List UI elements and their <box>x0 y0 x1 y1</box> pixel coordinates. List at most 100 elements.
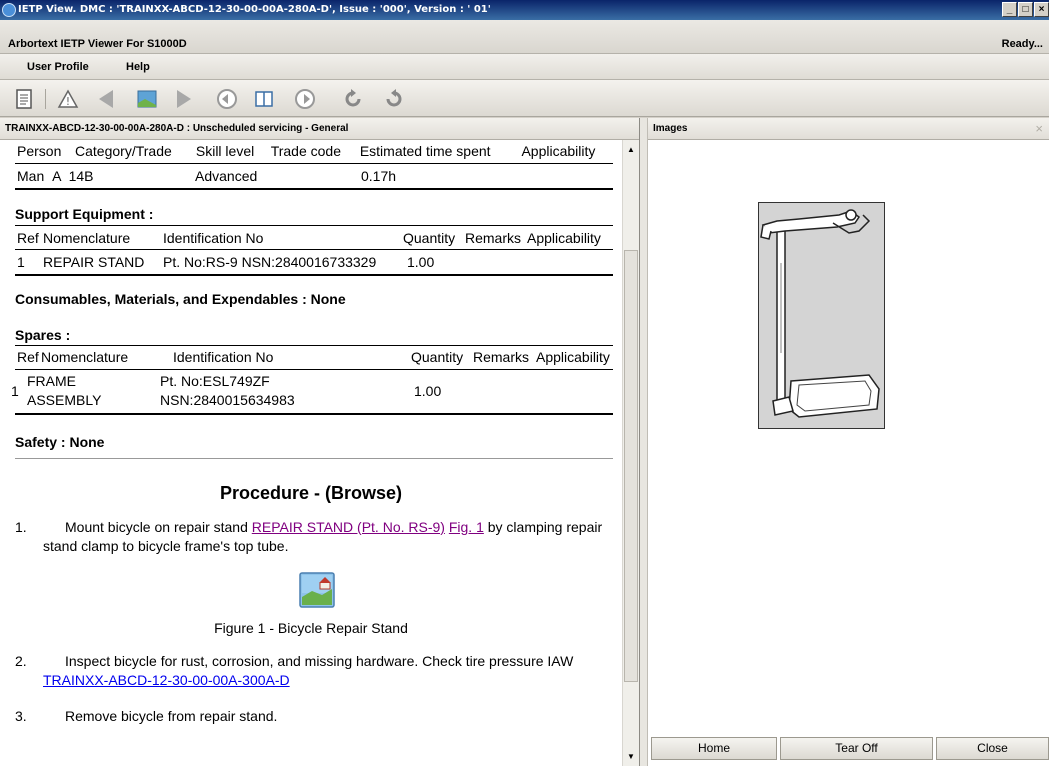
divider <box>15 413 613 415</box>
table-header: Trade code <box>270 143 341 159</box>
table-header: Nomenclature <box>43 230 131 246</box>
table-cell: ASSEMBLY <box>27 392 102 408</box>
document-content: Person Category/Trade Skill level Trade … <box>0 140 622 766</box>
toolbar: ! <box>0 80 1049 117</box>
spares-title: Spares : <box>15 327 71 343</box>
divider <box>15 225 613 226</box>
table-header: Skill level <box>195 143 255 159</box>
spares-row: 1 FRAME ASSEMBLY Pt. No:ESL749ZF NSN:284… <box>11 372 615 412</box>
document-pane: TRAINXX-ABCD-12-30-00-00A-280A-D : Unsch… <box>0 118 640 766</box>
table-header: Remarks <box>473 349 530 365</box>
history-back-icon[interactable] <box>339 85 367 113</box>
table-header: Remarks <box>465 230 522 246</box>
table-cell: 1 <box>11 383 19 399</box>
table-header: Category/Trade <box>75 143 172 159</box>
table-cell: REPAIR STAND <box>43 254 145 270</box>
divider <box>15 188 613 190</box>
table-header: Estimated time spent <box>359 143 491 159</box>
divider <box>15 249 613 250</box>
table-cell: Advanced <box>195 168 258 184</box>
table-cell: 1.00 <box>407 254 435 270</box>
consumables-title: Consumables, Materials, and Expendables … <box>15 291 346 307</box>
repair-stand-image <box>758 202 885 429</box>
next-page-icon[interactable] <box>170 85 198 113</box>
procedure-title: Procedure - (Browse) <box>219 483 403 503</box>
table-header: Person <box>17 143 62 159</box>
safety-title: Safety : None <box>15 434 105 450</box>
svg-text:!: ! <box>66 95 70 108</box>
divider <box>15 163 613 164</box>
image-icon[interactable] <box>133 85 161 113</box>
app-bar: Arbortext IETP Viewer For S1000D Ready..… <box>0 20 1049 54</box>
table-cell: Pt. No:RS-9 NSN:2840016733329 <box>163 254 377 270</box>
forward-circle-icon[interactable] <box>291 85 319 113</box>
scroll-up-arrow[interactable]: ▲ <box>623 142 639 157</box>
menu-bar: User Profile Help <box>0 54 1049 80</box>
minimize-button[interactable]: _ <box>1002 2 1017 17</box>
table-header: Applicability <box>536 349 610 365</box>
table-header: Applicability <box>521 143 596 159</box>
image-icon <box>299 572 335 608</box>
support-equipment-header: Ref Nomenclature Identification No Quant… <box>17 229 615 247</box>
support-equipment-title: Support Equipment : <box>15 206 154 222</box>
table-cell: FRAME <box>27 373 76 389</box>
window-title: IETP View. DMC : 'TRAINXX-ABCD-12-30-00-… <box>18 4 491 15</box>
procedure-step-2: 2. Inspect bicycle for rust, corrosion, … <box>15 652 615 690</box>
repair-stand-link[interactable]: REPAIR STAND (Pt. No. RS-9) <box>252 519 445 535</box>
table-header: Identification No <box>173 349 274 365</box>
close-window-button[interactable]: × <box>1034 2 1049 17</box>
step-number: 2. <box>15 653 27 669</box>
figure-1-link[interactable]: Fig. 1 <box>449 519 484 535</box>
personnel-row: Man A 14B Advanced 0.17h <box>17 166 396 186</box>
table-cell: 0.17h <box>361 168 397 184</box>
back-circle-icon[interactable] <box>213 85 241 113</box>
divider <box>15 369 613 370</box>
step-number: 3. <box>15 708 27 724</box>
table-cell: Man <box>17 168 45 184</box>
document-header: TRAINXX-ABCD-12-30-00-00A-280A-D : Unsch… <box>0 118 639 140</box>
table-header: Ref <box>17 230 39 246</box>
figure-thumbnail[interactable] <box>298 571 336 609</box>
document-icon[interactable] <box>10 85 38 113</box>
table-cell: 1.00 <box>414 383 442 399</box>
book-icon[interactable] <box>250 85 278 113</box>
support-equipment-row: 1 REPAIR STAND Pt. No:RS-9 NSN:284001673… <box>17 253 615 271</box>
menu-help[interactable]: Help <box>126 61 150 73</box>
previous-page-icon[interactable] <box>92 85 120 113</box>
close-button[interactable]: Close <box>936 737 1049 760</box>
toolbar-separator <box>45 89 46 109</box>
vertical-scrollbar[interactable]: ▲ ▼ <box>622 140 639 766</box>
spares-header: Ref Nomenclature Identification No Quant… <box>17 348 615 366</box>
table-header: Quantity <box>411 349 464 365</box>
images-pane: Images × Home Tear Off Close <box>648 118 1049 766</box>
table-header: Applicability <box>527 230 601 246</box>
procedure-step-3: 3. Remove bicycle from repair stand. <box>15 707 615 726</box>
history-forward-icon[interactable] <box>380 85 408 113</box>
maximize-button[interactable]: □ <box>1018 2 1033 17</box>
table-cell: Pt. No:ESL749ZF <box>160 373 270 389</box>
scrollbar-thumb[interactable] <box>624 250 638 682</box>
table-cell: 1 <box>17 254 25 270</box>
window-controls: _ □ × <box>1002 2 1049 17</box>
procedure-step-1: 1. Mount bicycle on repair stand REPAIR … <box>15 518 615 556</box>
divider <box>15 274 613 276</box>
close-icon[interactable]: × <box>1035 122 1043 136</box>
table-cell: 14B <box>68 168 94 184</box>
table-cell: NSN:2840015634983 <box>160 392 295 408</box>
scroll-down-arrow[interactable]: ▼ <box>623 749 639 764</box>
status-text: Ready... <box>1001 38 1043 50</box>
warning-icon[interactable]: ! <box>54 85 82 113</box>
tear-off-button[interactable]: Tear Off <box>780 737 933 760</box>
images-header: Images <box>648 118 1049 140</box>
pane-splitter[interactable] <box>640 118 648 766</box>
divider <box>15 345 613 346</box>
table-header: Identification No <box>163 230 264 246</box>
step-number: 1. <box>15 519 27 535</box>
window-title-bar: IETP View. DMC : 'TRAINXX-ABCD-12-30-00-… <box>0 0 1049 20</box>
step-text: Inspect bicycle for rust, corrosion, and… <box>65 653 574 669</box>
dmc-reference-link[interactable]: TRAINXX-ABCD-12-30-00-00A-300A-D <box>43 672 290 688</box>
image-pane-buttons: Home Tear Off Close <box>648 737 1049 761</box>
step-text: Mount bicycle on repair stand <box>65 519 252 535</box>
home-button[interactable]: Home <box>651 737 777 760</box>
menu-user-profile[interactable]: User Profile <box>27 61 89 73</box>
